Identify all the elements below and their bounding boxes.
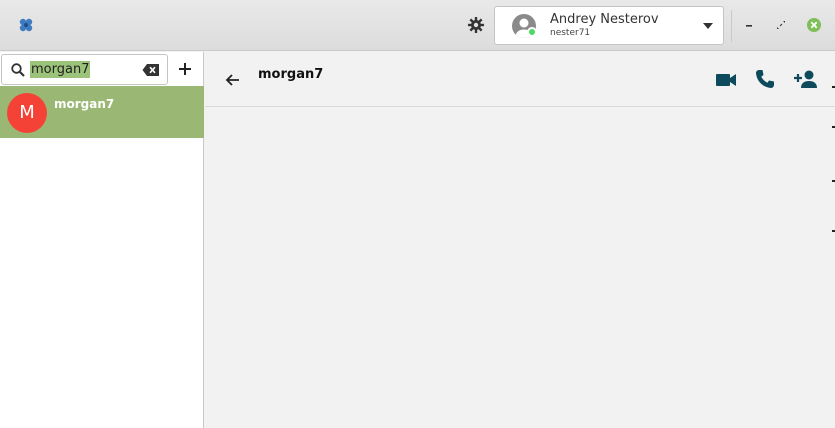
account-display-name: Andrey Nesterov [550,12,659,27]
gear-icon[interactable] [466,15,486,35]
arrow-left-icon[interactable] [224,71,242,89]
search-icon [11,63,25,77]
online-status-icon [527,27,537,37]
backspace-icon[interactable] [142,63,160,77]
search-input[interactable]: morgan7 [1,54,168,85]
close-icon[interactable] [803,14,825,36]
search-query-text[interactable]: morgan7 [30,61,91,78]
plus-icon[interactable] [176,60,194,78]
phone-icon[interactable] [754,68,776,90]
person-add-icon[interactable] [793,68,819,90]
list-item[interactable]: M morgan7 [0,86,204,138]
conversation-pane: morgan7 [205,52,835,428]
minimize-icon[interactable] [738,14,760,36]
account-switcher[interactable]: Andrey Nesterov nester71 [494,6,724,45]
contact-avatar: M [7,93,47,133]
window-controls-divider [731,10,732,42]
title-bar: Andrey Nesterov nester71 [0,0,835,51]
conversation-title: morgan7 [258,67,324,82]
conversation-header: morgan7 [205,52,835,107]
maximize-icon[interactable] [770,14,792,36]
contacts-sidebar: morgan7 M morgan7 [0,52,204,428]
chevron-down-icon [703,23,713,29]
account-username: nester71 [550,28,591,38]
app-logo-icon [19,18,33,32]
contact-name: morgan7 [54,97,115,111]
video-call-icon[interactable] [715,69,737,91]
